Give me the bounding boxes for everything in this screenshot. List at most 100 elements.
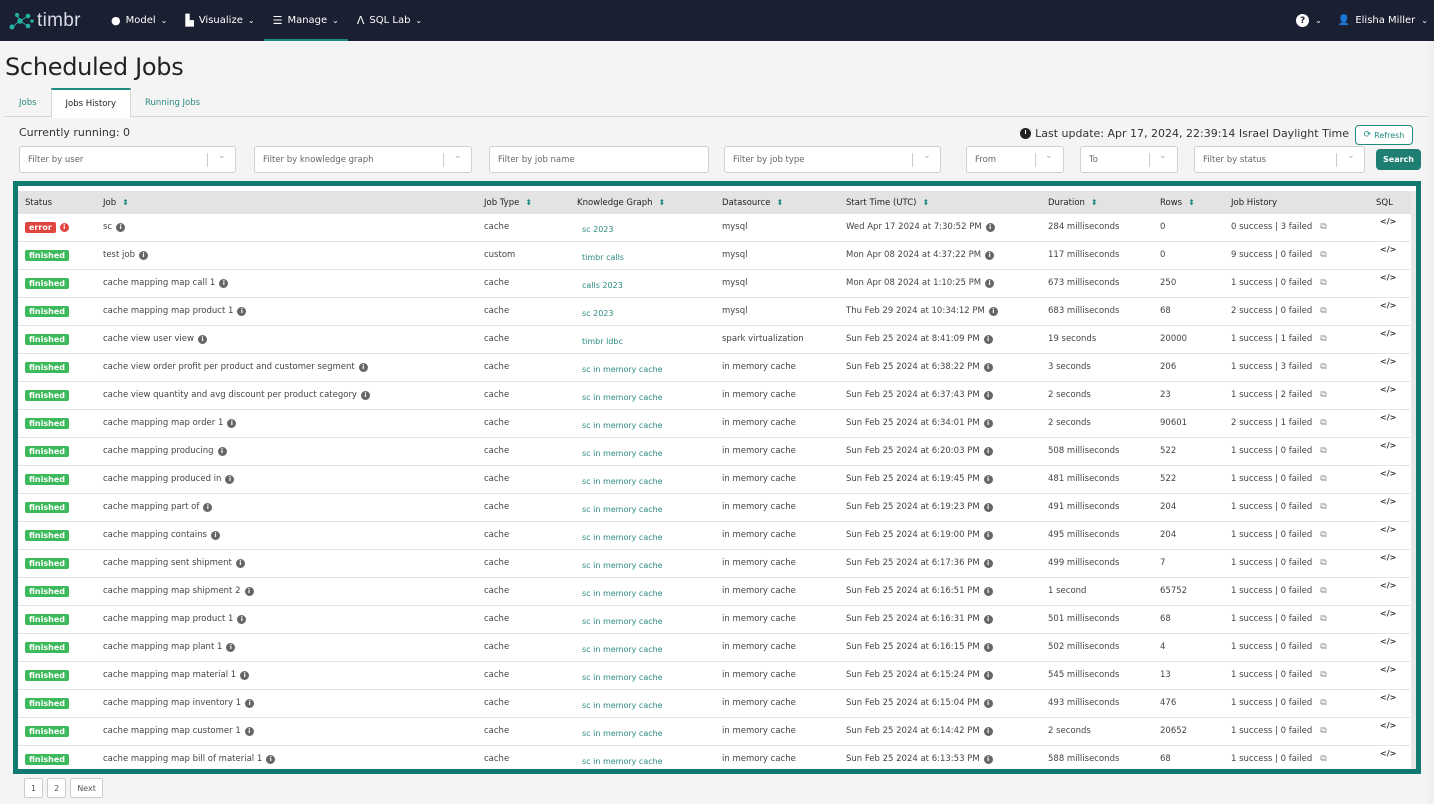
user-menu[interactable]: 👤 Elisha Miller ⌄ — [1338, 15, 1428, 26]
table-row[interactable]: finished cache mapping map product 1 i c… — [18, 298, 1410, 326]
sql-code-icon[interactable]: </> — [1380, 404, 1396, 430]
col-duration[interactable]: Duration ⬍ — [1048, 191, 1098, 214]
info-icon[interactable]: i — [985, 222, 995, 232]
sort-icon[interactable]: ⬍ — [659, 198, 666, 207]
sql-code-icon[interactable]: </> — [1380, 348, 1396, 374]
info-icon[interactable]: i — [240, 670, 250, 680]
info-icon[interactable]: i — [985, 250, 995, 260]
col-datasource[interactable]: Datasource ⬍ — [722, 191, 783, 214]
external-link-icon[interactable]: ⧉ — [1320, 698, 1326, 708]
table-row[interactable]: finished cache mapping sent shipment i c… — [18, 550, 1410, 578]
info-icon[interactable]: i — [983, 502, 993, 512]
knowledge-graph-link[interactable]: sc in memory cache — [582, 636, 663, 662]
info-icon[interactable]: i — [210, 530, 220, 540]
knowledge-graph-link[interactable]: sc 2023 — [582, 216, 613, 242]
table-row[interactable]: error i sc i cache sc 2023 mysql Wed Apr… — [18, 214, 1410, 242]
sql-code-icon[interactable]: </> — [1380, 544, 1396, 570]
external-link-icon[interactable]: ⧉ — [1320, 306, 1326, 316]
external-link-icon[interactable]: ⧉ — [1320, 278, 1326, 288]
external-link-icon[interactable]: ⧉ — [1320, 334, 1326, 344]
tab-running-jobs[interactable]: Running Jobs — [131, 88, 214, 117]
filter-status-select[interactable]: Filter by status ⌄ — [1194, 146, 1365, 173]
knowledge-graph-link[interactable]: sc in memory cache — [582, 412, 663, 438]
external-link-icon[interactable]: ⧉ — [1320, 390, 1326, 400]
next-page-button[interactable]: Next — [70, 778, 103, 798]
info-icon[interactable]: i — [358, 362, 368, 372]
knowledge-graph-link[interactable]: sc in memory cache — [582, 384, 663, 410]
table-row[interactable]: finished cache mapping map customer 1 i … — [18, 718, 1410, 746]
info-icon[interactable]: i — [985, 278, 995, 288]
page-1-button[interactable]: 1 — [24, 778, 44, 798]
table-row[interactable]: finished cache mapping map material 1 i … — [18, 662, 1410, 690]
external-link-icon[interactable]: ⧉ — [1320, 614, 1326, 624]
table-row[interactable]: finished cache mapping map shipment 2 i … — [18, 578, 1410, 606]
external-link-icon[interactable]: ⧉ — [1320, 250, 1326, 260]
sql-code-icon[interactable]: </> — [1380, 320, 1396, 346]
table-row[interactable]: finished cache mapping map call 1 i cach… — [18, 270, 1410, 298]
sql-code-icon[interactable]: </> — [1380, 376, 1396, 402]
col-job[interactable]: Job ⬍ — [103, 191, 129, 214]
external-link-icon[interactable]: ⧉ — [1320, 418, 1326, 428]
info-icon[interactable]: i — [983, 390, 993, 400]
info-icon[interactable]: i — [237, 614, 247, 624]
info-icon[interactable]: i — [983, 362, 993, 372]
table-row[interactable]: finished cache mapping map order 1 i cac… — [18, 410, 1410, 438]
info-icon[interactable]: i — [235, 558, 245, 568]
filter-job-type-select[interactable]: Filter by job type ⌄ — [724, 146, 941, 173]
table-row[interactable]: finished test job i custom timbr calls m… — [18, 242, 1410, 270]
info-icon[interactable]: i — [116, 222, 126, 232]
search-button[interactable]: Search — [1376, 149, 1421, 170]
table-row[interactable]: finished cache mapping map bill of mater… — [18, 746, 1410, 769]
sort-icon[interactable]: ⬍ — [777, 198, 784, 207]
info-icon[interactable]: i — [983, 530, 993, 540]
external-link-icon[interactable]: ⧉ — [1320, 222, 1326, 232]
external-link-icon[interactable]: ⧉ — [1320, 670, 1326, 680]
info-icon[interactable]: i — [983, 698, 993, 708]
info-icon[interactable]: i — [237, 306, 247, 316]
knowledge-graph-link[interactable]: sc in memory cache — [582, 664, 663, 690]
sql-code-icon[interactable]: </> — [1380, 628, 1396, 654]
table-row[interactable]: finished cache mapping producing i cache… — [18, 438, 1410, 466]
sort-icon[interactable]: ⬍ — [922, 198, 929, 207]
info-icon[interactable]: i — [983, 558, 993, 568]
timbr-logo[interactable]: timbr — [8, 0, 88, 41]
info-icon[interactable]: i — [983, 670, 993, 680]
table-row[interactable]: finished cache mapping produced in i cac… — [18, 466, 1410, 494]
sql-code-icon[interactable]: </> — [1380, 460, 1396, 486]
sort-icon[interactable]: ⬍ — [1188, 198, 1195, 207]
nav-sql-lab[interactable]: Ʌ SQL Lab ⌄ — [348, 0, 431, 41]
info-icon[interactable]: i — [983, 754, 993, 764]
knowledge-graph-link[interactable]: sc in memory cache — [582, 440, 663, 466]
nav-model[interactable]: ● Model ⌄ — [102, 0, 176, 41]
sql-code-icon[interactable]: </> — [1380, 572, 1396, 598]
info-icon[interactable]: i — [988, 306, 998, 316]
info-icon[interactable]: i — [983, 474, 993, 484]
sql-code-icon[interactable]: </> — [1380, 656, 1396, 682]
sort-icon[interactable]: ⬍ — [122, 198, 129, 207]
filter-user-select[interactable]: Filter by user ⌄ — [19, 146, 236, 173]
info-icon[interactable]: i — [983, 642, 993, 652]
info-icon[interactable]: i — [226, 642, 236, 652]
info-icon[interactable]: i — [245, 698, 255, 708]
sort-icon[interactable]: ⬍ — [1091, 198, 1098, 207]
filter-from-select[interactable]: From ⌄ — [966, 146, 1064, 173]
col-start-time[interactable]: Start Time (UTC) ⬍ — [846, 191, 929, 214]
col-job-type[interactable]: Job Type ⬍ — [484, 191, 532, 214]
table-scrollbar[interactable] — [1411, 191, 1416, 769]
tab-jobs[interactable]: Jobs — [5, 88, 51, 117]
page-2-button[interactable]: 2 — [47, 778, 67, 798]
info-icon[interactable]: i — [244, 726, 254, 736]
sql-code-icon[interactable]: </> — [1380, 236, 1396, 262]
info-icon[interactable]: i — [983, 614, 993, 624]
sql-code-icon[interactable]: </> — [1380, 516, 1396, 542]
table-row[interactable]: finished cache view quantity and avg dis… — [18, 382, 1410, 410]
external-link-icon[interactable]: ⧉ — [1320, 362, 1326, 372]
table-row[interactable]: finished cache mapping map inventory 1 i… — [18, 690, 1410, 718]
tab-jobs-history[interactable]: Jobs History — [50, 88, 132, 118]
info-icon[interactable]: i — [219, 278, 229, 288]
table-row[interactable]: finished cache view user view i cache ti… — [18, 326, 1410, 354]
refresh-button[interactable]: ⟳ Refresh — [1355, 125, 1413, 145]
info-icon[interactable]: i — [227, 418, 237, 428]
help-menu[interactable]: ? ⌄ — [1296, 14, 1322, 27]
sql-code-icon[interactable]: </> — [1380, 432, 1396, 458]
